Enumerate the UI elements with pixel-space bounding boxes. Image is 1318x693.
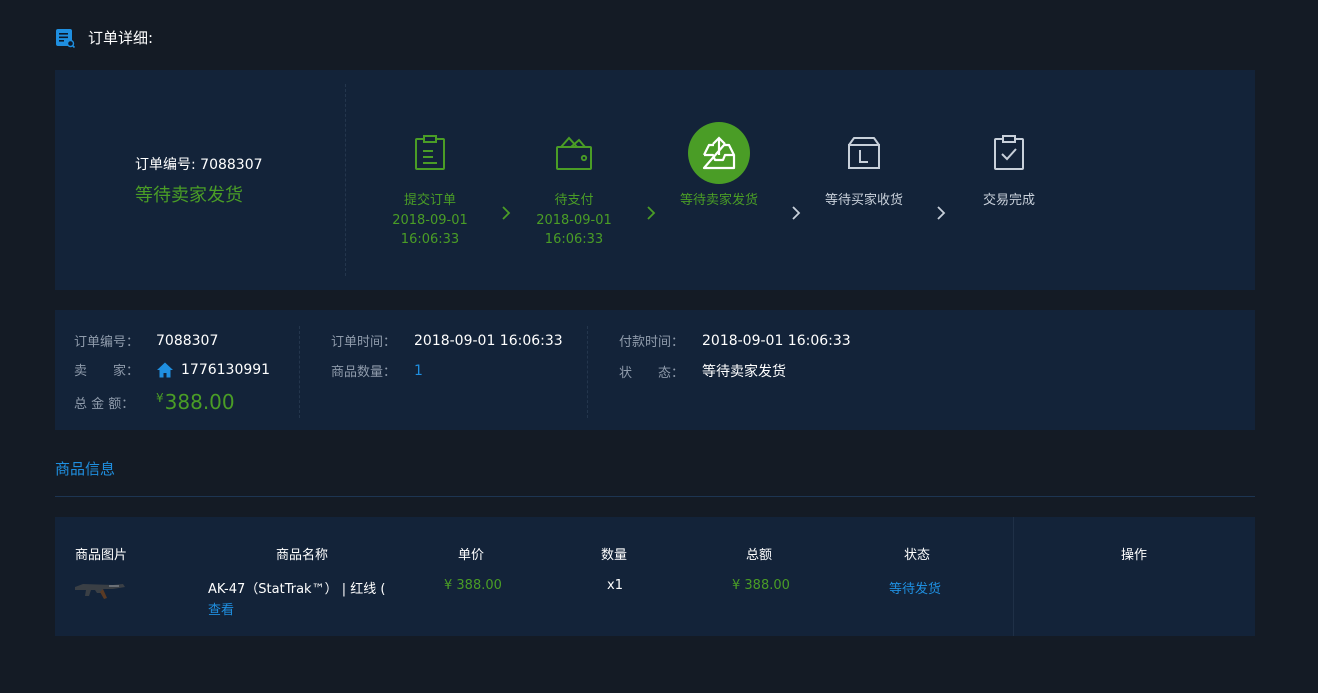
column-header: 操作: [1121, 548, 1148, 563]
order-number-line: 订单编号: 7088307: [135, 157, 263, 173]
divider: [587, 326, 588, 418]
section-divider: [55, 496, 1255, 497]
divider: [1013, 517, 1014, 636]
info-label: 订单编号：: [74, 335, 140, 350]
info-label: 卖 家：: [74, 364, 140, 379]
info-label: 付款时间：: [619, 335, 685, 350]
column-header: 单价: [458, 548, 485, 563]
product-name: AK-47（StatTrak™） | 红线 (: [208, 582, 386, 597]
total-price: ¥ 388.00: [732, 578, 790, 593]
info-quantity: 商品数量： 1: [331, 361, 423, 381]
column-header: 状态: [904, 548, 931, 563]
step-await-seller-ship: 等待卖家发货: [639, 122, 799, 211]
info-value: 2018-09-01 16:06:33: [414, 332, 563, 349]
divider: [299, 326, 300, 418]
step-label: 待支付: [554, 193, 594, 208]
home-icon: [157, 362, 173, 377]
order-progress-panel: 订单编号: 7088307 等待卖家发货 提交订单 2018-09-01 16:…: [55, 70, 1255, 290]
step-label: 等待卖家发货: [679, 193, 758, 208]
info-label: 商品数量：: [331, 365, 397, 380]
column-header: 商品图片: [75, 548, 128, 563]
page-title: 订单详细:: [88, 29, 154, 47]
goods-section-title: 商品信息: [55, 460, 116, 478]
tray-upload-icon: [688, 122, 750, 184]
column-header: 商品名称: [276, 548, 329, 563]
info-total: 总 金 额： ¥388.00: [74, 390, 235, 414]
step-submit-order: 提交订单 2018-09-01 16:06:33: [350, 122, 510, 249]
order-status-text: 等待卖家发货: [135, 185, 243, 206]
info-order-number: 订单编号： 7088307: [74, 331, 219, 351]
step-await-buyer-receive: 等待买家收货: [784, 122, 944, 211]
column-header: 数量: [601, 548, 628, 563]
info-label: 总 金 额：: [74, 396, 135, 412]
order-summary: 订单编号: 7088307 等待卖家发货: [135, 154, 263, 207]
step-label: 提交订单: [403, 193, 456, 208]
total-amount: ¥388.00: [156, 390, 235, 414]
step-label: 交易完成: [982, 193, 1035, 208]
clipboard-check-icon: [978, 122, 1040, 184]
box-icon: [833, 122, 895, 184]
info-value: 2018-09-01 16:06:33: [702, 332, 851, 349]
clipboard-icon: [399, 122, 461, 184]
step-date: 2018-09-01: [392, 213, 468, 228]
divider: [345, 84, 346, 276]
step-await-payment: 待支付 2018-09-01 16:06:33: [494, 122, 654, 249]
product-image: [75, 584, 125, 599]
step-time: 16:06:33: [544, 232, 604, 247]
quantity: x1: [607, 578, 623, 593]
item-status: 等待发货: [889, 582, 942, 597]
info-seller: 卖 家： 1776130991: [74, 360, 270, 380]
info-order-time: 订单时间： 2018-09-01 16:06:33: [331, 331, 563, 351]
order-detail-icon: [56, 28, 75, 48]
unit-price: ¥ 388.00: [444, 578, 502, 593]
info-value: 1: [414, 362, 423, 379]
step-label: 等待买家收货: [824, 193, 903, 208]
goods-table: 商品图片 商品名称 单价 数量 总额 状态 操作 AK-47（StatTrak™…: [55, 517, 1255, 636]
view-link[interactable]: 查看: [208, 599, 234, 618]
info-value: 等待卖家发货: [702, 364, 786, 380]
wallet-icon: [543, 122, 605, 184]
info-value: 7088307: [156, 332, 219, 349]
info-label: 状 态：: [619, 365, 685, 381]
page-header: 订单详细:: [55, 27, 153, 48]
step-trade-complete: 交易完成: [929, 122, 1089, 211]
column-header: 总额: [746, 548, 773, 563]
step-time: 16:06:33: [400, 232, 460, 247]
info-state: 状 态： 等待卖家发货: [619, 361, 786, 381]
info-label: 订单时间：: [331, 335, 397, 350]
info-pay-time: 付款时间： 2018-09-01 16:06:33: [619, 331, 851, 351]
step-date: 2018-09-01: [536, 213, 612, 228]
order-info-panel: 订单编号： 7088307 卖 家： 1776130991 总 金 额： ¥38…: [55, 310, 1255, 430]
seller-id[interactable]: 1776130991: [181, 362, 270, 378]
